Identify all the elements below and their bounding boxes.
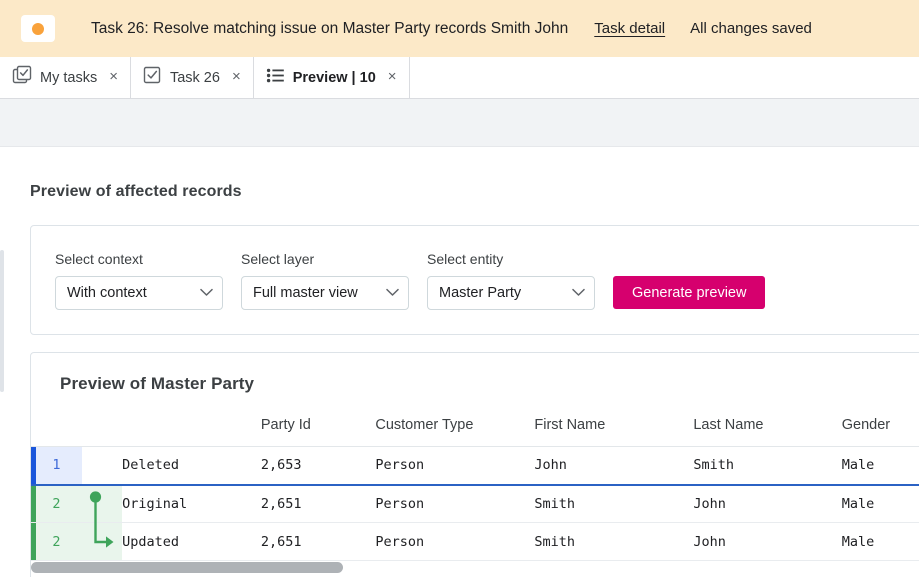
preview-table-panel: Preview of Master Party Party Id Custome… bbox=[30, 352, 919, 577]
select-entity-field: Select entity Master Party bbox=[427, 251, 595, 310]
column-header-status bbox=[122, 417, 241, 447]
select-context-value: With context bbox=[67, 285, 147, 301]
task-status-icon-box bbox=[21, 15, 55, 42]
row-first-name-cell: Smith bbox=[514, 485, 673, 523]
column-header-gender: Gender bbox=[822, 417, 919, 447]
select-layer-value: Full master view bbox=[253, 285, 358, 301]
filter-panel: Select context With context Select layer… bbox=[30, 225, 919, 335]
horizontal-scrollbar-thumb[interactable] bbox=[31, 562, 343, 573]
vertical-scrollbar[interactable] bbox=[0, 250, 4, 392]
chevron-down-icon bbox=[386, 284, 399, 302]
row-gender-cell: Male bbox=[822, 523, 919, 561]
row-customer-type-cell: Person bbox=[355, 485, 514, 523]
origin-dot-icon bbox=[86, 486, 118, 528]
column-header-party-id: Party Id bbox=[241, 417, 355, 447]
row-party-id-cell: 2,653 bbox=[241, 447, 355, 485]
tab-task-26-label: Task 26 bbox=[170, 70, 220, 86]
row-customer-type-cell: Person bbox=[355, 523, 514, 561]
task-detail-link[interactable]: Task detail bbox=[594, 20, 665, 37]
preview-table-title: Preview of Master Party bbox=[31, 353, 919, 394]
row-first-name-cell: Smith bbox=[514, 523, 673, 561]
column-header-customer-type: Customer Type bbox=[355, 417, 514, 447]
row-status-cell: Updated bbox=[122, 523, 241, 561]
row-gender-cell: Male bbox=[822, 485, 919, 523]
tab-my-tasks[interactable]: My tasks × bbox=[0, 57, 131, 98]
row-customer-type-cell: Person bbox=[355, 447, 514, 485]
row-status-cell: Original bbox=[122, 485, 241, 523]
select-context-dropdown[interactable]: With context bbox=[55, 276, 223, 310]
column-header-rownum bbox=[31, 417, 82, 447]
row-marker-cell bbox=[82, 523, 122, 561]
generate-preview-button[interactable]: Generate preview bbox=[613, 276, 765, 309]
table-header-row: Party Id Customer Type First Name Last N… bbox=[31, 417, 919, 447]
main-content: Preview of affected records Select conte… bbox=[0, 147, 919, 577]
filter-row: Select context With context Select layer… bbox=[31, 226, 919, 310]
chevron-down-icon bbox=[572, 284, 585, 302]
preview-table: Party Id Customer Type First Name Last N… bbox=[31, 417, 919, 561]
tab-my-tasks-label: My tasks bbox=[40, 70, 97, 86]
task-status-dot-icon bbox=[32, 23, 44, 35]
tab-preview-label: Preview | 10 bbox=[293, 70, 376, 86]
tab-strip-filler bbox=[410, 57, 919, 98]
close-icon[interactable]: × bbox=[230, 67, 243, 88]
close-icon[interactable]: × bbox=[386, 67, 399, 88]
horizontal-scrollbar[interactable] bbox=[1, 561, 919, 574]
select-context-label: Select context bbox=[55, 251, 223, 267]
select-layer-label: Select layer bbox=[241, 251, 409, 267]
row-party-id-cell: 2,651 bbox=[241, 523, 355, 561]
task-title: Task 26: Resolve matching issue on Maste… bbox=[91, 20, 568, 38]
update-arrow-icon bbox=[86, 523, 120, 565]
row-last-name-cell: John bbox=[673, 485, 821, 523]
select-layer-field: Select layer Full master view bbox=[241, 251, 409, 310]
select-entity-dropdown[interactable]: Master Party bbox=[427, 276, 595, 310]
tab-strip: My tasks × Task 26 × bbox=[0, 57, 919, 99]
table-body: 1 Deleted 2,653 Person John Smith Male 2 bbox=[31, 447, 919, 561]
stacked-checkbox-icon bbox=[12, 65, 32, 90]
select-entity-value: Master Party bbox=[439, 285, 521, 301]
page-title: Preview of affected records bbox=[30, 183, 242, 201]
task-banner: Task 26: Resolve matching issue on Maste… bbox=[0, 0, 919, 57]
tab-task-26[interactable]: Task 26 × bbox=[131, 57, 254, 98]
row-number-cell: 1 bbox=[31, 447, 82, 485]
table-row[interactable]: 1 Deleted 2,653 Person John Smith Male bbox=[31, 447, 919, 485]
close-icon[interactable]: × bbox=[107, 67, 120, 88]
checkbox-icon bbox=[143, 66, 162, 90]
row-last-name-cell: Smith bbox=[673, 447, 821, 485]
row-first-name-cell: John bbox=[514, 447, 673, 485]
row-marker-cell bbox=[82, 485, 122, 523]
row-number-cell: 2 bbox=[31, 485, 82, 523]
select-entity-label: Select entity bbox=[427, 251, 595, 267]
column-header-first-name: First Name bbox=[514, 417, 673, 447]
tab-preview[interactable]: Preview | 10 × bbox=[254, 57, 410, 98]
row-party-id-cell: 2,651 bbox=[241, 485, 355, 523]
row-gender-cell: Male bbox=[822, 447, 919, 485]
table-row[interactable]: 2 Original 2,651 Person bbox=[31, 485, 919, 523]
table-row[interactable]: 2 Updated 2,651 Person S bbox=[31, 523, 919, 561]
list-icon bbox=[266, 66, 285, 90]
save-status-text: All changes saved bbox=[690, 20, 812, 37]
table-header: Party Id Customer Type First Name Last N… bbox=[31, 417, 919, 447]
column-header-marker bbox=[82, 417, 122, 447]
row-status-cell: Deleted bbox=[122, 447, 241, 485]
row-marker-cell bbox=[82, 447, 122, 485]
select-context-field: Select context With context bbox=[55, 251, 223, 310]
toolbar-band bbox=[0, 99, 919, 147]
chevron-down-icon bbox=[200, 284, 213, 302]
row-number-cell: 2 bbox=[31, 523, 82, 561]
select-layer-dropdown[interactable]: Full master view bbox=[241, 276, 409, 310]
application-window: Task 26: Resolve matching issue on Maste… bbox=[0, 0, 919, 577]
row-last-name-cell: John bbox=[673, 523, 821, 561]
column-header-last-name: Last Name bbox=[673, 417, 821, 447]
